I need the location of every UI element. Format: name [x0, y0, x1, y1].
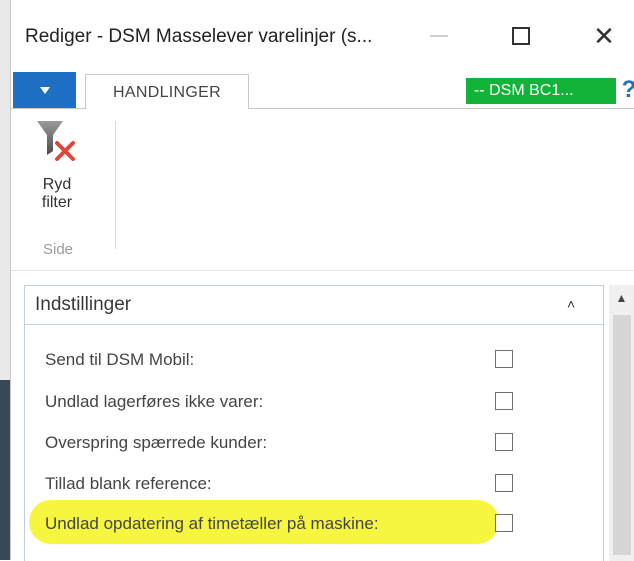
- edit-dialog-window: Rediger - DSM Masselever varelinjer (s..…: [11, 0, 634, 561]
- field-label: Tillad blank reference:: [45, 474, 212, 493]
- clear-filter-label-line1: Ryd: [42, 176, 72, 193]
- field-label: Send til DSM Mobil:: [45, 350, 195, 369]
- field-row-undlad-lagerfores: Undlad lagerføres ikke varer:: [25, 388, 603, 418]
- company-badge[interactable]: -- DSM BC1...: [466, 78, 616, 104]
- undlad-lagerfores-checkbox[interactable]: [495, 392, 513, 410]
- field-label: Overspring spærrede kunder:: [45, 433, 268, 452]
- scrollbar-thumb[interactable]: [613, 315, 631, 555]
- settings-fasttab-title: Indstillinger: [35, 294, 132, 315]
- maximize-icon: [512, 27, 530, 45]
- field-row-overspring-sperrede: Overspring spærrede kunder:: [25, 429, 603, 459]
- overspring-sperrede-kunder-checkbox[interactable]: [495, 433, 513, 451]
- window-title: Rediger - DSM Masselever varelinjer (s..…: [25, 26, 373, 47]
- clear-filter-button[interactable]: Ryd filter: [27, 117, 87, 212]
- field-label: Undlad opdatering af timetæller på maski…: [45, 514, 379, 533]
- maximize-button[interactable]: [501, 18, 541, 54]
- tab-handlinger[interactable]: HANDLINGER: [85, 74, 249, 111]
- ribbon-group-separator: [115, 121, 116, 249]
- ribbon-tab-bar: HANDLINGER -- DSM BC1... ?: [11, 72, 634, 111]
- scroll-up-icon[interactable]: ▲: [609, 285, 634, 311]
- field-row-send-til-dsm-mobil: Send til DSM Mobil:: [25, 346, 603, 376]
- background-window-dark-edge: [0, 380, 10, 560]
- clear-filter-icon: [37, 121, 75, 161]
- field-row-undlad-opdatering-timetaeller: Undlad opdatering af timetæller på maski…: [25, 510, 603, 540]
- content-area: Indstillinger ˄ Send til DSM Mobil: Undl…: [11, 270, 634, 561]
- dropdown-triangle-icon: [39, 86, 50, 94]
- ribbon-body: Ryd filter Side: [11, 109, 634, 269]
- settings-fasttab-header[interactable]: Indstillinger ˄: [25, 286, 603, 325]
- field-row-tillad-blank-reference: Tillad blank reference:: [25, 470, 603, 500]
- ribbon-group-label: Side: [43, 241, 74, 258]
- send-til-dsm-mobil-checkbox[interactable]: [495, 350, 513, 368]
- close-icon: ✕: [593, 21, 615, 51]
- field-label: Undlad lagerføres ikke varer:: [45, 392, 264, 411]
- close-button[interactable]: ✕: [584, 18, 624, 54]
- help-icon[interactable]: ?: [617, 76, 634, 104]
- minimize-button[interactable]: [419, 18, 459, 54]
- minimize-icon: [430, 35, 448, 37]
- settings-fasttab: Indstillinger ˄ Send til DSM Mobil: Undl…: [24, 285, 604, 561]
- collapse-chevron-icon[interactable]: ˄: [567, 296, 575, 312]
- clear-filter-label-line2: filter: [41, 194, 73, 211]
- tillad-blank-reference-checkbox[interactable]: [495, 474, 513, 492]
- app-menu-button[interactable]: [13, 72, 76, 108]
- title-bar: Rediger - DSM Masselever varelinjer (s..…: [11, 0, 634, 72]
- undlad-opdatering-timetaeller-checkbox[interactable]: [495, 514, 513, 532]
